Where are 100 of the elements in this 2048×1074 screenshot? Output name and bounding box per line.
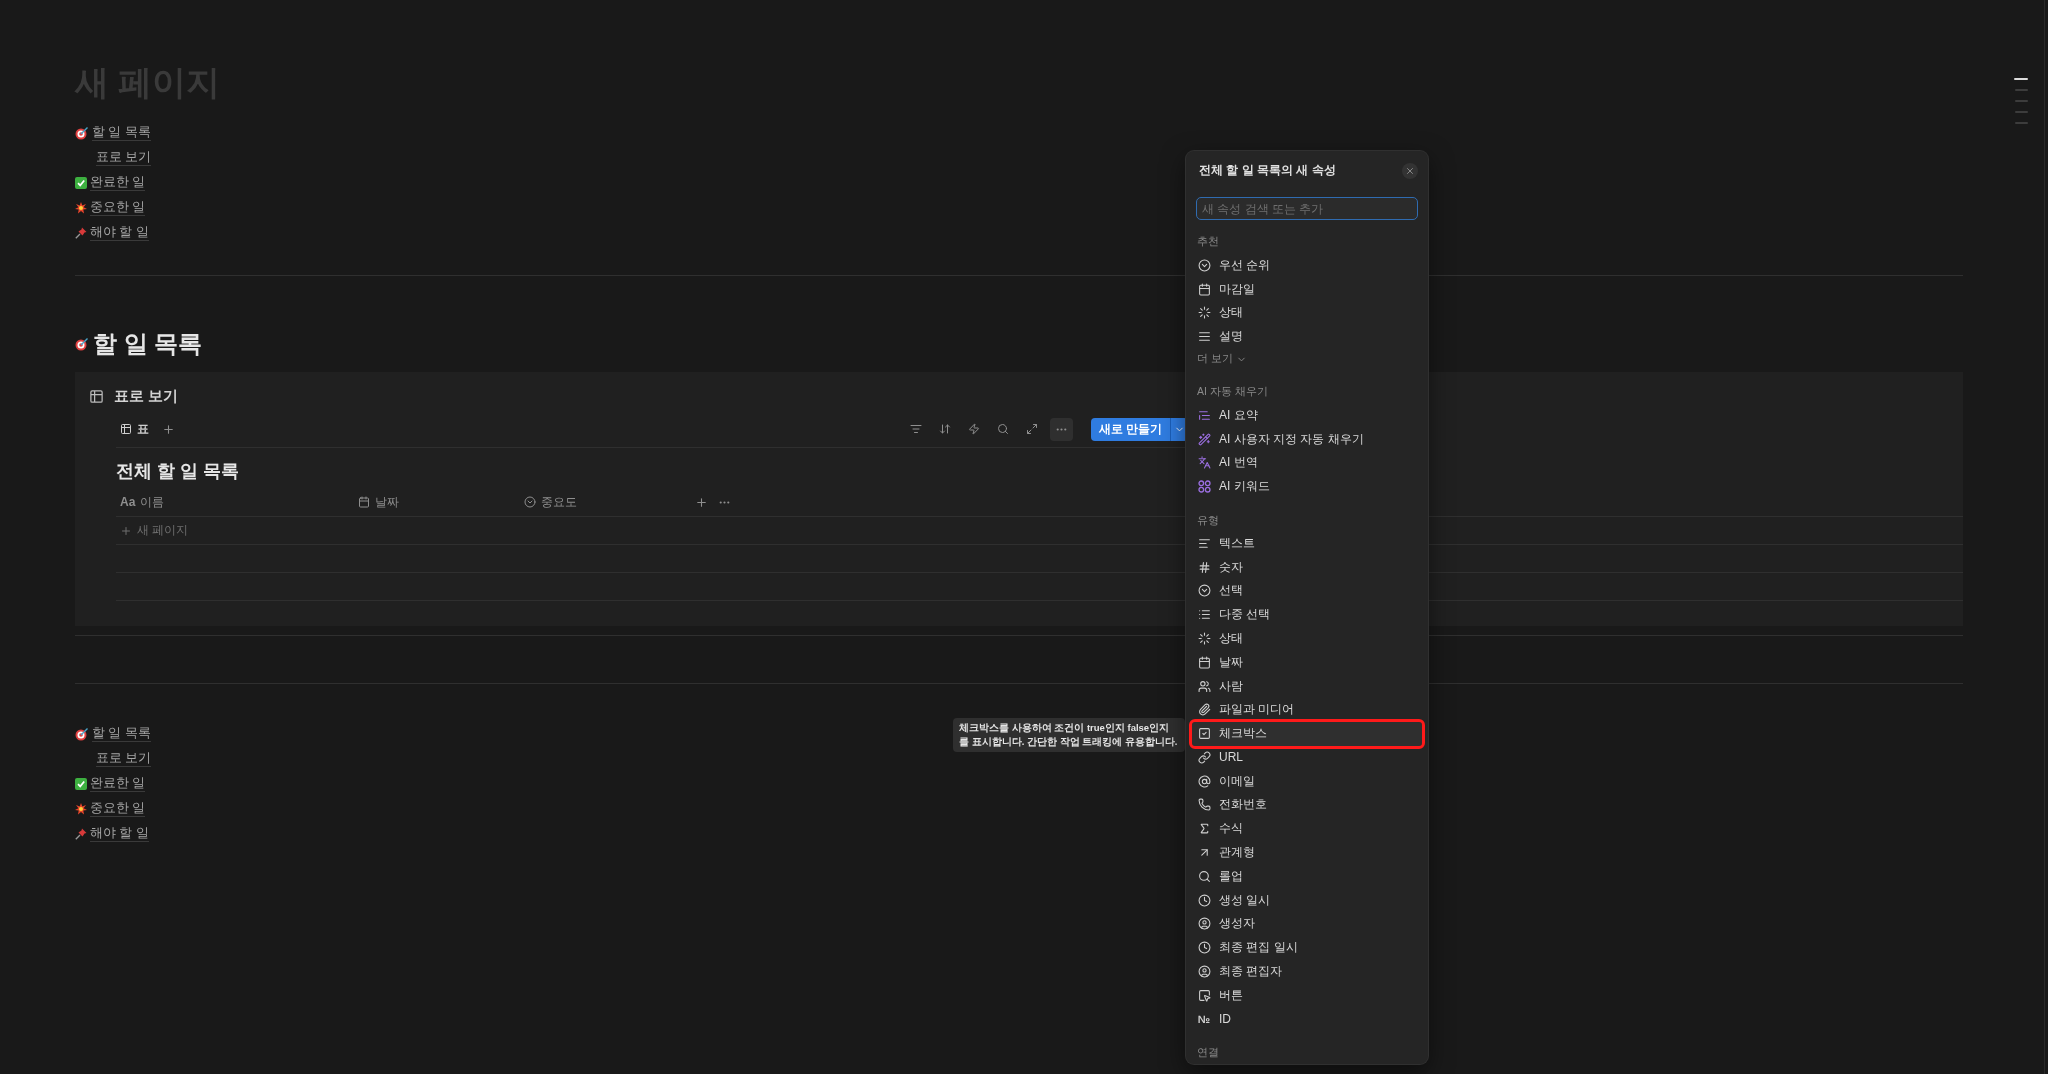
menu-item[interactable]: 설명 (1192, 324, 1422, 349)
show-more-button[interactable]: 더 보기 (1192, 348, 1422, 371)
menu-item[interactable]: 다중 선택 (1192, 602, 1422, 627)
pin-icon (75, 827, 87, 840)
menu-item[interactable]: № ID (1192, 1007, 1422, 1031)
user-icon (1197, 964, 1211, 978)
toc-link[interactable]: 할 일 목록 (92, 725, 151, 742)
toc-link[interactable]: 완료한 일 (90, 174, 146, 191)
search-icon (1197, 869, 1211, 883)
menu-item[interactable]: 전화번호 (1192, 793, 1422, 817)
menu-item[interactable]: 최종 편집자 (1192, 959, 1422, 984)
menu-item[interactable]: 관계형 (1192, 840, 1422, 865)
calendar-icon (1197, 655, 1211, 669)
view-tab[interactable]: 표 (120, 420, 149, 438)
text-glyph: Aa (120, 495, 136, 509)
menu-item[interactable]: AI 키워드 (1192, 474, 1422, 499)
calendar-icon (358, 496, 370, 508)
check-icon (75, 176, 87, 189)
section-label: 유형 (1196, 512, 1220, 528)
checkbox-icon (1197, 727, 1211, 741)
burst-icon (75, 802, 87, 815)
burst-icon (75, 201, 87, 214)
list-icon (1197, 608, 1211, 622)
link-icon (1197, 750, 1211, 764)
menu-item[interactable]: 체크박스 (1192, 721, 1422, 746)
dashed-circle-icon (1197, 306, 1211, 320)
section-label: 연결 (1196, 1044, 1220, 1060)
outline-marker[interactable] (2015, 89, 2028, 91)
section-label: 추천 (1196, 234, 1220, 250)
people-icon (1197, 679, 1211, 693)
menu-item[interactable]: 날짜 (1192, 650, 1422, 675)
menu-item[interactable]: 숫자 (1192, 555, 1422, 580)
lines-icon (1197, 330, 1211, 344)
tooltip: 체크박스를 사용하여 조건이 true인지 false인지를 표시합니다. 간단한 작업 트래킹에 유용합니다. (953, 718, 1185, 752)
toc-link[interactable]: 완료한 일 (90, 775, 146, 792)
clock-icon (1197, 893, 1211, 907)
calendar-icon (1197, 282, 1211, 296)
menu-item[interactable]: 마감일 (1192, 277, 1422, 301)
column-header[interactable]: 날짜 (375, 493, 399, 511)
clock-icon (1197, 941, 1211, 955)
menu-item[interactable]: AI 사용자 지정 자동 채우기 (1192, 427, 1422, 451)
target-icon (75, 337, 89, 351)
menu-item[interactable]: 선택 (1192, 579, 1422, 603)
more-icon[interactable] (1049, 417, 1073, 441)
menu-item[interactable]: 수식 (1192, 816, 1422, 841)
toc-link[interactable]: 중요한 일 (90, 199, 146, 216)
toc-link[interactable]: 표로 보기 (96, 149, 152, 166)
circle-chevron-icon (1197, 584, 1211, 598)
outline-marker[interactable] (2014, 78, 2028, 80)
pointer-icon (1197, 988, 1211, 1002)
summary-icon (1197, 408, 1211, 422)
phone-icon (1197, 798, 1211, 812)
column-header[interactable]: 중요도 (541, 493, 577, 511)
menu-item[interactable]: 파일과 미디어 (1192, 697, 1422, 722)
toc-link[interactable]: 해야 할 일 (90, 825, 149, 842)
menu-item[interactable]: 상태 (1192, 301, 1422, 325)
outline-marker[interactable] (2015, 111, 2028, 113)
target-icon (75, 726, 89, 741)
menu-item[interactable]: 최종 편집 일시 (1192, 935, 1422, 960)
target-icon (75, 125, 89, 140)
number-sign-glyph: № (1197, 1013, 1211, 1025)
view-title: 표로 보기 (114, 386, 179, 406)
close-icon[interactable] (1402, 162, 1418, 179)
menu-item[interactable]: 우선 순위 (1192, 253, 1422, 278)
menu-item[interactable]: 이메일 (1192, 769, 1422, 794)
user-icon (1197, 917, 1211, 931)
paperclip-icon (1197, 703, 1211, 717)
database-title: 전체 할 일 목록 (116, 460, 239, 483)
translate-icon (1197, 456, 1211, 470)
menu-item[interactable]: AI 요약 (1192, 403, 1422, 428)
hash-icon (1197, 560, 1211, 574)
toc-link[interactable]: 할 일 목록 (92, 124, 151, 141)
section-label: AI 자동 채우기 (1196, 384, 1269, 400)
plus-icon (120, 524, 132, 537)
menu-item[interactable]: 사람 (1192, 674, 1422, 698)
toc-link[interactable]: 중요한 일 (90, 800, 146, 817)
menu-item[interactable]: 생성자 (1192, 912, 1422, 936)
toc-link[interactable]: 표로 보기 (96, 750, 152, 767)
table-icon (89, 388, 104, 404)
wand-icon (1197, 432, 1211, 446)
outline-marker[interactable] (2015, 100, 2028, 102)
search-field[interactable]: 새 속성 검색 또는 추가 (1196, 196, 1418, 221)
menu-item[interactable]: 상태 (1192, 626, 1422, 651)
circle-chevron-icon (1197, 258, 1211, 272)
section-heading: 할 일 목록 (93, 329, 203, 359)
menu-item[interactable]: 버튼 (1192, 983, 1422, 1008)
circles-icon (1197, 480, 1211, 494)
menu-item[interactable]: URL (1192, 745, 1422, 770)
circle-chevron-icon (524, 496, 536, 508)
menu-item[interactable]: 롤업 (1192, 864, 1422, 889)
toc-link[interactable]: 해야 할 일 (90, 224, 149, 241)
menu-item[interactable]: AI 번역 (1192, 450, 1422, 475)
column-header[interactable]: 이름 (140, 493, 165, 511)
outline-marker[interactable] (2015, 122, 2028, 124)
check-icon (75, 777, 87, 790)
at-icon (1197, 774, 1211, 788)
table-icon (120, 423, 132, 435)
pin-icon (75, 226, 87, 239)
menu-item[interactable]: 생성 일시 (1192, 888, 1422, 912)
menu-item[interactable]: 텍스트 (1192, 531, 1422, 556)
